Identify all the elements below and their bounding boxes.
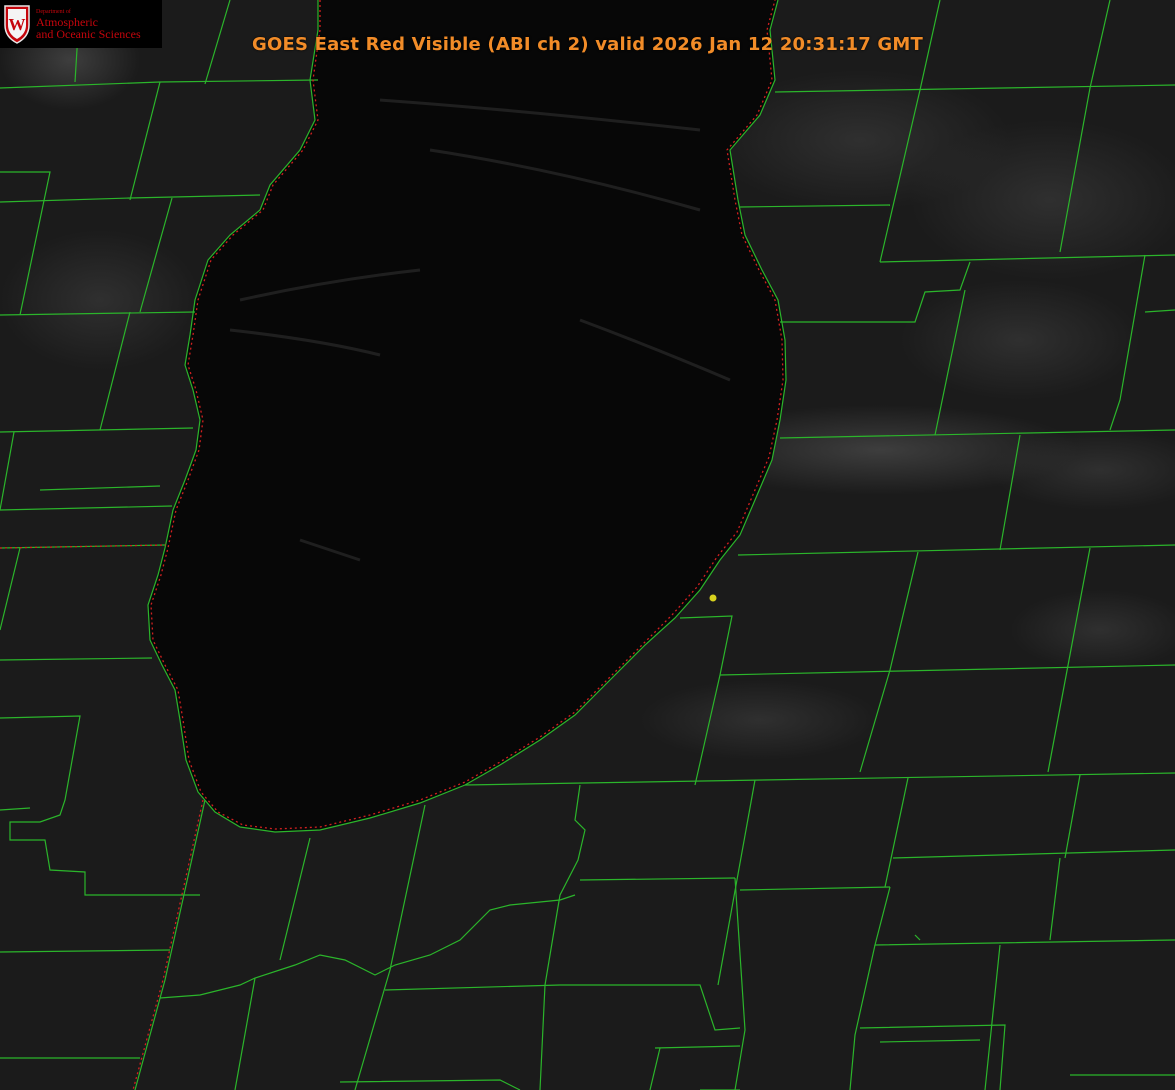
logo-department: Department of [36,8,71,15]
logo-line-2: and Oceanic Sciences [36,26,141,41]
logo-line-1: Atmospheric [36,14,98,29]
logo-text: Department of Atmospheric and Oceanic Sc… [36,9,141,40]
uw-aos-logo[interactable]: W Department of Atmospheric and Oceanic … [0,0,162,48]
satellite-image-viewer: W Department of Atmospheric and Oceanic … [0,0,1175,1090]
location-marker-icon [709,594,717,602]
svg-text:W: W [9,15,26,34]
uw-crest-icon: W [4,5,30,44]
satellite-map [0,0,1175,1090]
